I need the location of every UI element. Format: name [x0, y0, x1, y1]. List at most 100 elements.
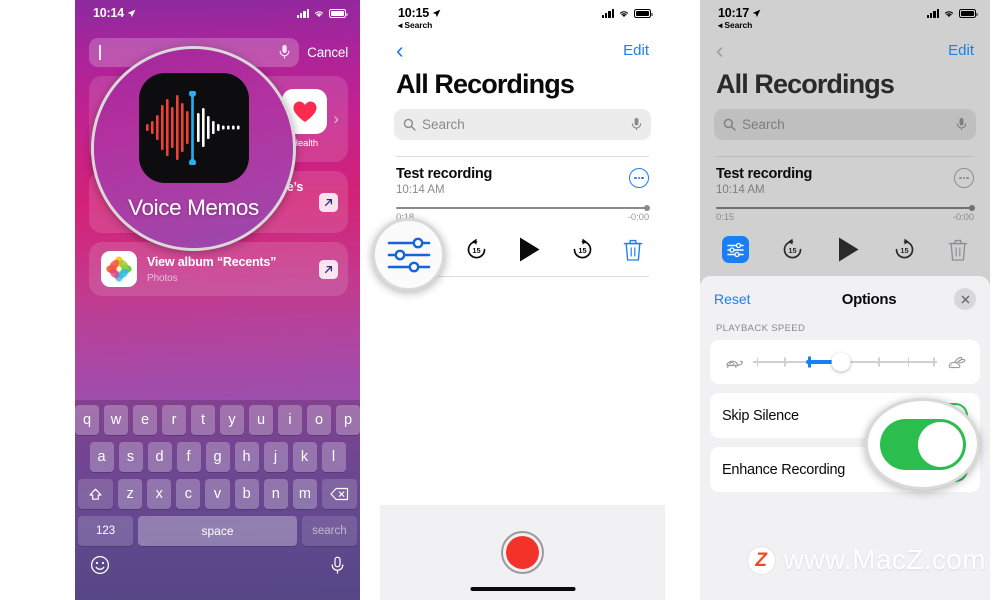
- onscreen-keyboard: q w e r t y u i o p a s d f g h j k l z …: [75, 400, 360, 600]
- status-back-to-search[interactable]: ◂ Search: [398, 21, 441, 30]
- magnified-app-label: Voice Memos: [128, 195, 259, 220]
- trash-delete-icon[interactable]: [948, 238, 968, 262]
- recording-row[interactable]: Test recording 10:14 AM: [700, 157, 990, 196]
- panel-spotlight-search: 10:14 Cancel Health › View album “Recent…: [75, 0, 360, 600]
- enhance-recording-toggle[interactable]: [879, 418, 966, 470]
- more-ellipsis-icon[interactable]: [954, 167, 974, 188]
- key-f[interactable]: f: [176, 442, 201, 472]
- key-t[interactable]: t: [191, 405, 215, 435]
- edit-button[interactable]: Edit: [623, 42, 649, 59]
- playback-options-sliders-icon[interactable]: [375, 221, 442, 288]
- close-x-icon[interactable]: [954, 288, 976, 310]
- key-h[interactable]: h: [234, 442, 259, 472]
- skip-forward-15-icon[interactable]: 15: [892, 237, 917, 262]
- space-key[interactable]: space: [138, 516, 297, 546]
- key-v[interactable]: v: [205, 479, 230, 509]
- battery-icon: [959, 9, 978, 18]
- microphone-icon[interactable]: [956, 117, 967, 131]
- search-input[interactable]: Search: [714, 108, 976, 140]
- open-external-icon[interactable]: [319, 192, 338, 212]
- scrubber-knob[interactable]: [644, 204, 650, 211]
- more-ellipsis-icon[interactable]: [629, 167, 649, 188]
- result-photos[interactable]: View album “Recents” Photos: [89, 242, 348, 297]
- voice-memos-waveform-icon[interactable]: [138, 73, 249, 183]
- key-o[interactable]: o: [307, 405, 331, 435]
- chevron-right-icon[interactable]: ›: [333, 109, 339, 129]
- location-arrow-icon: [127, 9, 136, 18]
- recording-name: Test recording: [716, 165, 813, 182]
- key-w[interactable]: w: [104, 405, 128, 435]
- shift-arrow-icon[interactable]: [78, 479, 113, 509]
- key-g[interactable]: g: [205, 442, 230, 472]
- chevron-left-icon[interactable]: ‹: [716, 38, 724, 62]
- search-magnifier-icon: [403, 118, 416, 131]
- key-n[interactable]: n: [263, 479, 288, 509]
- cancel-button[interactable]: Cancel: [307, 45, 348, 60]
- microphone-icon[interactable]: [330, 556, 345, 575]
- key-b[interactable]: b: [234, 479, 259, 509]
- slider-knob[interactable]: [831, 352, 851, 372]
- svg-text:15: 15: [578, 246, 586, 255]
- cellular-bars-icon: [926, 9, 939, 18]
- battery-icon: [329, 9, 348, 18]
- backspace-delete-icon[interactable]: [321, 479, 357, 509]
- key-l[interactable]: l: [321, 442, 346, 472]
- record-circle-button[interactable]: [501, 531, 544, 574]
- search-input[interactable]: Search: [394, 108, 651, 140]
- playback-controls-panel3: 15 15: [700, 223, 990, 264]
- playback-speed-label: PLAYBACK SPEED: [716, 323, 806, 334]
- edit-button[interactable]: Edit: [948, 42, 974, 59]
- play-triangle-icon[interactable]: [836, 236, 861, 263]
- scrubber-knob[interactable]: [969, 204, 975, 211]
- keyboard-row-2: a s d f g h j k l: [78, 442, 357, 472]
- magnifier-voice-memos: Voice Memos: [91, 46, 296, 251]
- key-q[interactable]: q: [75, 405, 99, 435]
- result-subtitle: Photos: [147, 272, 178, 284]
- play-triangle-icon[interactable]: [517, 236, 542, 263]
- status-bar-panel2: 10:15 ◂ Search: [380, 0, 665, 34]
- playback-scrubber[interactable]: 0:18 -0:00: [380, 196, 665, 224]
- key-c[interactable]: c: [176, 479, 201, 509]
- key-r[interactable]: r: [162, 405, 186, 435]
- playback-speed-slider[interactable]: [753, 352, 937, 372]
- emoji-smiley-icon[interactable]: [90, 555, 110, 575]
- key-m[interactable]: m: [292, 479, 317, 509]
- chevron-left-icon[interactable]: ‹: [396, 38, 404, 62]
- key-z[interactable]: z: [118, 479, 143, 509]
- search-return-key[interactable]: search: [301, 516, 357, 546]
- search-placeholder: Search: [422, 116, 465, 132]
- skip-back-15-icon[interactable]: 15: [464, 237, 489, 262]
- watermark: Z www.MacZ.com: [747, 544, 986, 576]
- key-s[interactable]: s: [118, 442, 143, 472]
- key-y[interactable]: y: [220, 405, 244, 435]
- wifi-icon: [619, 11, 629, 18]
- hare-icon: [948, 356, 966, 368]
- status-back-to-search[interactable]: ◂ Search: [718, 21, 761, 30]
- home-indicator-bar: [470, 587, 575, 591]
- watermark-text: www.MacZ.com: [783, 544, 986, 575]
- open-external-icon[interactable]: [319, 259, 338, 279]
- remaining-time: -0:00: [627, 212, 649, 224]
- recording-row[interactable]: Test recording 10:14 AM: [380, 157, 665, 196]
- wifi-icon: [314, 11, 324, 18]
- reset-button[interactable]: Reset: [714, 291, 784, 307]
- playback-speed-card: [710, 340, 980, 384]
- playback-options-sliders-icon[interactable]: [722, 236, 749, 264]
- skip-forward-15-icon[interactable]: 15: [570, 237, 595, 262]
- playback-scrubber[interactable]: 0:15 -0:00: [700, 196, 990, 223]
- key-x[interactable]: x: [147, 479, 172, 509]
- key-d[interactable]: d: [147, 442, 172, 472]
- key-k[interactable]: k: [292, 442, 317, 472]
- panel-options-sheet: 10:17 ◂ Search ‹ Edit All Recordings Sea…: [700, 0, 990, 600]
- key-e[interactable]: e: [133, 405, 157, 435]
- key-j[interactable]: j: [263, 442, 288, 472]
- toggle-label: Skip Silence: [722, 407, 799, 424]
- key-i[interactable]: i: [278, 405, 302, 435]
- trash-delete-icon[interactable]: [623, 238, 643, 262]
- key-a[interactable]: a: [89, 442, 114, 472]
- key-u[interactable]: u: [249, 405, 273, 435]
- skip-back-15-icon[interactable]: 15: [780, 237, 805, 262]
- numbers-key[interactable]: 123: [78, 516, 134, 546]
- microphone-icon[interactable]: [631, 117, 642, 131]
- key-p[interactable]: p: [336, 405, 360, 435]
